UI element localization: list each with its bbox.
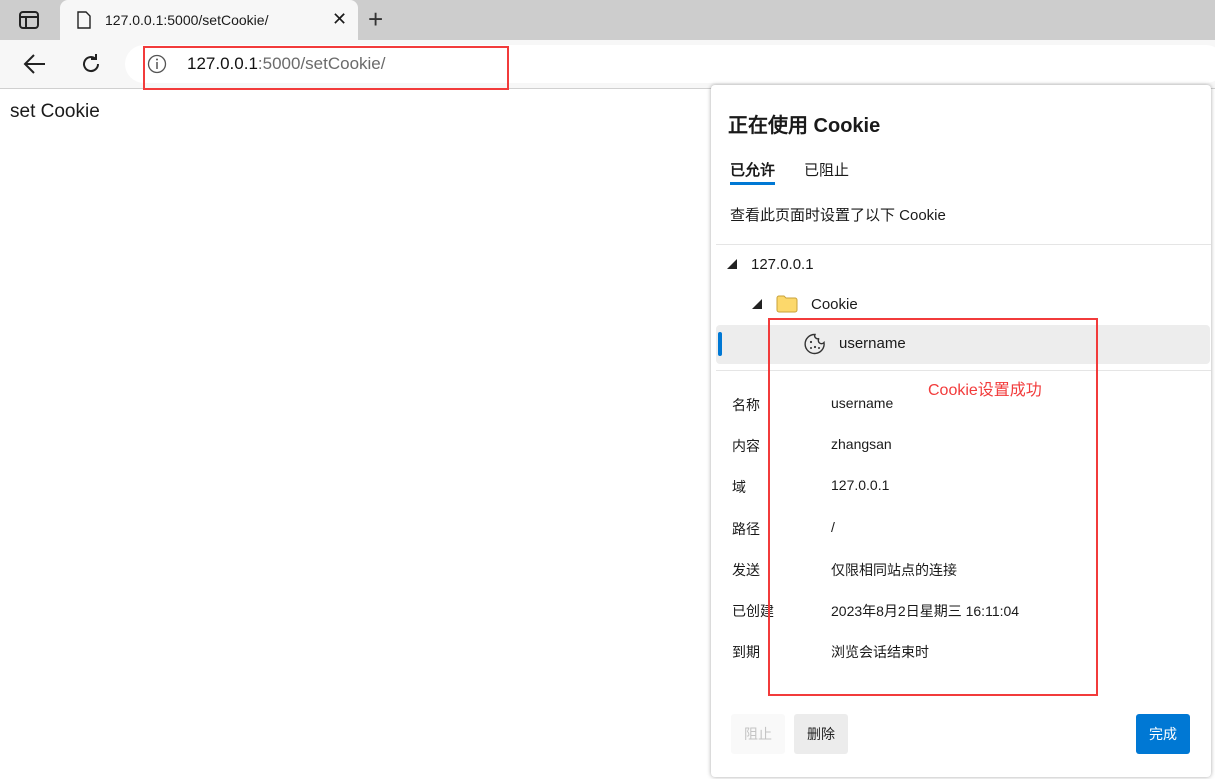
site-label: 127.0.0.1 [751, 256, 814, 273]
tree-site[interactable]: 127.0.0.1 [727, 256, 814, 273]
expand-triangle-icon[interactable] [727, 259, 737, 269]
divider [716, 244, 1211, 245]
tab-strip: 127.0.0.1:5000/setCookie/ ✕ + [0, 0, 1215, 40]
browser-tab[interactable]: 127.0.0.1:5000/setCookie/ ✕ [60, 0, 358, 40]
annotation-box-url [143, 46, 509, 90]
back-arrow-icon[interactable] [22, 52, 48, 76]
selection-indicator [718, 332, 722, 356]
document-icon [77, 11, 91, 29]
detail-label: 内容 [732, 438, 760, 455]
annotation-box-details [768, 318, 1098, 696]
tab-allowed[interactable]: 已允许 [730, 159, 776, 185]
folder-label: Cookie [811, 295, 858, 313]
expand-triangle-icon[interactable] [752, 299, 762, 309]
detail-label: 路径 [732, 520, 760, 537]
detail-label: 发送 [732, 561, 760, 578]
detail-label: 名称 [732, 397, 760, 413]
reload-icon[interactable] [79, 52, 103, 76]
detail-label: 到期 [732, 644, 760, 661]
tree-folder[interactable]: Cookie [752, 295, 858, 313]
delete-button[interactable]: 删除 [794, 714, 848, 754]
new-tab-button[interactable]: + [368, 4, 383, 35]
folder-icon [776, 295, 798, 313]
annotation-text: Cookie设置成功 [928, 382, 1042, 399]
tab-actions-icon[interactable] [18, 10, 40, 30]
detail-label: 域 [732, 479, 746, 496]
tab-title: 127.0.0.1:5000/setCookie/ [105, 12, 269, 28]
page-content-text: set Cookie [10, 101, 100, 122]
dialog-title: 正在使用 Cookie [728, 115, 881, 137]
tab-blocked[interactable]: 已阻止 [804, 159, 849, 180]
dialog-description: 查看此页面时设置了以下 Cookie [730, 207, 946, 224]
done-button[interactable]: 完成 [1136, 714, 1190, 754]
block-button[interactable]: 阻止 [731, 714, 785, 754]
close-tab-icon[interactable]: ✕ [332, 9, 347, 30]
